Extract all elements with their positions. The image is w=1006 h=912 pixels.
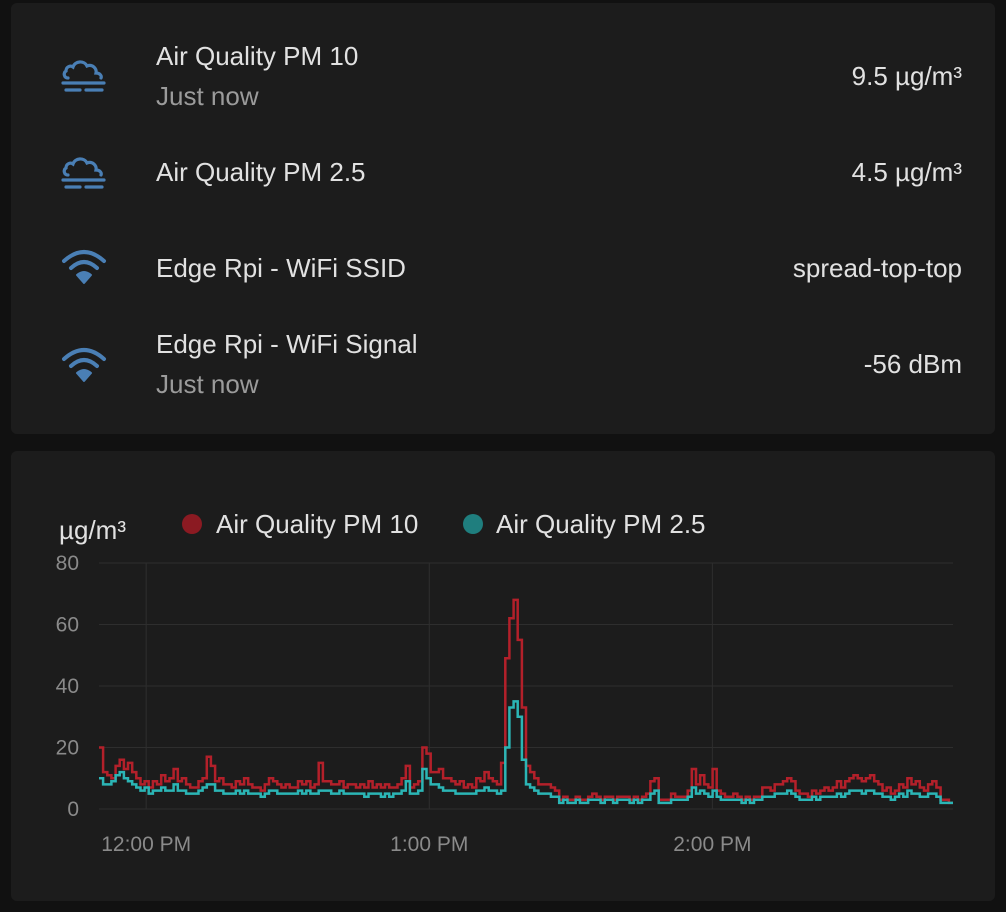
entity-last-changed: Just now xyxy=(156,369,259,399)
wifi-icon xyxy=(59,245,109,289)
legend-label-pm10: Air Quality PM 10 xyxy=(216,509,418,539)
legend-item-pm25[interactable]: Air Quality PM 2.5 xyxy=(463,509,706,539)
entity-name: Air Quality PM 10 xyxy=(156,41,359,71)
y-tick-label: 0 xyxy=(67,798,79,821)
wifi-icon xyxy=(59,343,109,387)
legend-item-pm10[interactable]: Air Quality PM 10 xyxy=(182,509,418,539)
y-tick-label: 60 xyxy=(56,614,79,637)
entity-last-changed: Just now xyxy=(156,81,259,111)
entity-row-wifi-signal[interactable]: Edge Rpi - WiFi Signal Just now -56 dBm xyxy=(11,325,995,405)
entity-state: 9.5 µg/m³ xyxy=(851,61,962,91)
entity-state: spread-top-top xyxy=(792,253,962,283)
x-tick-label: 12:00 PM xyxy=(101,833,191,856)
history-chart: 0 20 40 60 80 12:00 PM 1:00 PM 2:00 PM µg/m³ Ai… xyxy=(56,509,953,856)
legend-swatch-pm10 xyxy=(182,514,202,534)
entity-row-pm10[interactable]: Air Quality PM 10 Just now 9.5 µg/m³ xyxy=(11,37,995,117)
weather-fog-icon xyxy=(59,151,109,195)
entity-row-wifi-ssid[interactable]: Edge Rpi - WiFi SSID spread-top-top xyxy=(11,241,995,301)
entity-row-pm25[interactable]: Air Quality PM 2.5 4.5 µg/m³ xyxy=(11,145,995,205)
x-tick-label: 1:00 PM xyxy=(390,833,468,856)
entity-name: Edge Rpi - WiFi SSID xyxy=(156,253,406,283)
entities-card: Air Quality PM 10 Just now 9.5 µg/m³ Air… xyxy=(11,3,995,434)
y-tick-label: 40 xyxy=(56,675,79,698)
legend-swatch-pm25 xyxy=(463,514,483,534)
entity-state: -56 dBm xyxy=(863,349,962,379)
x-tick-label: 2:00 PM xyxy=(673,833,751,856)
weather-fog-icon xyxy=(59,54,109,98)
entity-name: Edge Rpi - WiFi Signal xyxy=(156,329,418,359)
entity-name: Air Quality PM 2.5 xyxy=(156,157,366,187)
y-tick-label: 80 xyxy=(56,552,79,575)
y-tick-label: 20 xyxy=(56,737,79,760)
legend-label-pm25: Air Quality PM 2.5 xyxy=(496,509,706,539)
y-axis-unit-label: µg/m³ xyxy=(59,515,126,545)
history-graph-card: 0 20 40 60 80 12:00 PM 1:00 PM 2:00 PM µg/m³ Ai… xyxy=(11,451,995,901)
entity-state: 4.5 µg/m³ xyxy=(851,157,962,187)
